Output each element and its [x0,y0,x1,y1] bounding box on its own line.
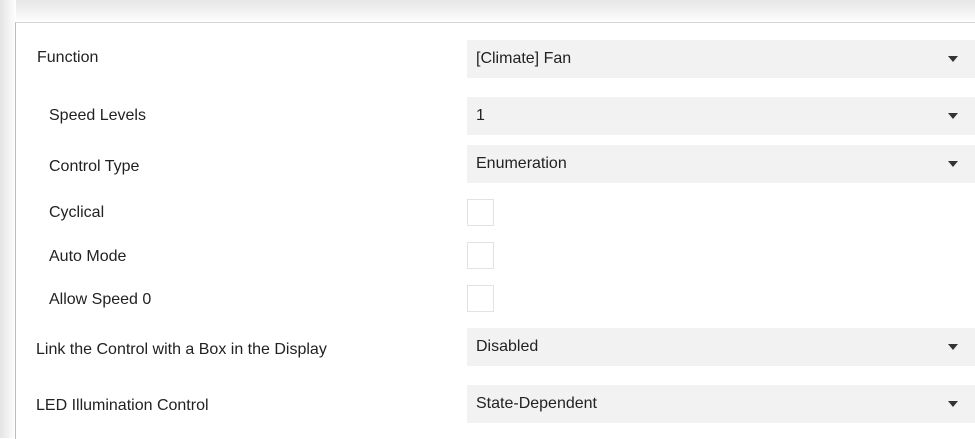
speed-levels-select[interactable]: 1 [467,97,975,135]
cyclical-checkbox[interactable] [467,199,494,226]
led-illumination-select[interactable]: State-Dependent [467,385,975,423]
allow-speed-0-checkbox[interactable] [467,285,494,312]
speed-levels-select-value: 1 [476,107,485,124]
function-select[interactable]: [Climate] Fan [467,40,975,78]
control-type-select-value: Enumeration [476,155,567,172]
auto-mode-checkbox[interactable] [467,242,494,269]
auto-mode-label: Auto Mode [49,248,127,265]
function-select-value: [Climate] Fan [476,50,572,67]
shadow-top [0,0,975,22]
led-illumination-select-value: State-Dependent [476,395,597,412]
speed-levels-label: Speed Levels [49,107,146,124]
link-control-select[interactable]: Disabled [467,328,975,366]
chevron-down-icon [948,401,958,407]
chevron-down-icon [948,113,958,119]
function-label: Function [37,49,99,66]
control-type-select[interactable]: Enumeration [467,145,975,183]
chevron-down-icon [948,344,958,350]
chevron-down-icon [948,56,958,62]
led-illumination-label: LED Illumination Control [36,397,209,414]
link-control-select-value: Disabled [476,338,539,355]
cyclical-label: Cyclical [49,204,105,221]
parameter-panel: Function [Climate] Fan Speed Levels 1 Co… [15,22,975,439]
shadow-left [0,0,16,438]
allow-speed-0-label: Allow Speed 0 [49,291,152,308]
link-control-label: Link the Control with a Box in the Displ… [36,341,327,358]
window: Function [Climate] Fan Speed Levels 1 Co… [0,0,975,439]
chevron-down-icon [948,161,958,167]
control-type-label: Control Type [49,158,140,175]
